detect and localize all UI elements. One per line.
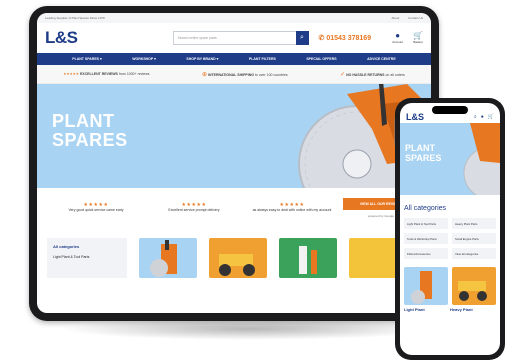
reviews-strip: ★★★★★ Very good quick service came early … <box>37 188 431 228</box>
phone-device: L&S ⌕ ● 🛒 PLANT SPARES All categories Li… <box>395 98 505 360</box>
star-rating-icon: ★★★★★ <box>63 72 79 76</box>
basket-icon: 🛒 <box>413 31 423 40</box>
main-nav: PLANT SPARES ▾ WORKSHOP ▾ SHOP BY BRAND … <box>37 53 431 65</box>
mobile-categories-heading: All categories <box>404 205 447 212</box>
review-card: ★★★★★ Very good quick service came early <box>68 202 124 213</box>
dumper-product-image <box>219 254 255 276</box>
tablet-device: Leading Supplier of Plant Spares Since 1… <box>29 6 439 321</box>
trust-returns: ✓ NO HASSLE RETURNS on all orders <box>340 71 405 78</box>
nav-plant-filters[interactable]: PLANT FILTERS <box>249 57 276 61</box>
top-bar-tagline: Leading Supplier of Plant Spares Since 1… <box>45 16 105 20</box>
mobile-hero-title: PLANT SPARES <box>405 143 442 163</box>
phone-screen: L&S ⌕ ● 🛒 PLANT SPARES All categories Li… <box>400 103 500 355</box>
basket-button[interactable]: 🛒 Basket <box>413 31 423 45</box>
saw-product-image <box>150 240 177 277</box>
mobile-category-item[interactable]: Tools & Workshop Parts <box>404 233 448 244</box>
site-header: L&S Search entire spare parts ⌕ ✆ 01543 … <box>37 23 431 53</box>
mobile-product-heavy-plant[interactable] <box>452 267 496 305</box>
mobile-products <box>400 259 500 305</box>
search-input[interactable]: Search entire spare parts <box>172 31 296 45</box>
category-item[interactable]: Light Plant & Tool Parts <box>53 255 121 259</box>
mobile-basket-icon[interactable]: 🛒 <box>488 114 494 120</box>
mobile-category-item[interactable]: Small Engine Parts <box>452 233 496 244</box>
light-plant-image <box>411 271 432 304</box>
product-tile-tools[interactable] <box>279 238 337 278</box>
product-label: Heavy Plant <box>450 307 473 312</box>
contact-link[interactable]: Contact Us <box>408 16 423 20</box>
nav-special-offers[interactable]: SPECIAL OFFERS <box>306 57 336 61</box>
search-button[interactable]: ⌕ <box>295 31 309 45</box>
mobile-category-item[interactable]: Heavy Plant Parts <box>452 218 496 229</box>
trust-reviews: ★★★★★ EXCELLENT REVIEWS from 1000+ revie… <box>63 72 150 76</box>
nav-advice-centre[interactable]: ADVICE CENTRE <box>367 57 396 61</box>
nav-plant-spares[interactable]: PLANT SPARES ▾ <box>72 57 102 61</box>
mobile-hero-banner[interactable]: PLANT SPARES <box>400 123 500 195</box>
hero-title: PLANT SPARES <box>52 111 128 150</box>
check-icon: ✓ <box>340 71 346 78</box>
categories-panel: All categories Light Plant & Tool Parts <box>47 238 127 278</box>
nav-shop-by-brand[interactable]: SHOP BY BRAND ▾ <box>186 57 218 61</box>
tablet-screen: Leading Supplier of Plant Spares Since 1… <box>37 13 431 313</box>
mobile-account-icon[interactable]: ● <box>481 114 484 120</box>
mobile-logo[interactable]: L&S <box>406 112 424 122</box>
phone-number[interactable]: ✆ 01543 378169 <box>319 34 372 42</box>
categories-heading: All categories <box>53 244 80 249</box>
phone-notch <box>432 106 468 114</box>
search-icon: ⌕ <box>300 34 304 41</box>
mobile-category-item[interactable]: View all categories <box>452 248 496 259</box>
product-tile-saw[interactable] <box>139 238 197 278</box>
nav-workshop[interactable]: WORKSHOP ▾ <box>132 57 156 61</box>
mobile-category-item[interactable]: Light Plant & Tool Parts <box>404 218 448 229</box>
category-section: All categories Light Plant & Tool Parts <box>37 228 431 278</box>
product-label: Light Plant <box>404 307 425 312</box>
account-button[interactable]: ● Account <box>392 31 404 45</box>
about-link[interactable]: About <box>391 16 399 20</box>
mobile-categories: All categories Light Plant & Tool Parts … <box>400 195 500 259</box>
mobile-product-light-plant[interactable] <box>404 267 448 305</box>
mobile-search-icon[interactable]: ⌕ <box>474 114 477 120</box>
tools-product-image <box>299 246 317 274</box>
hero-banner[interactable]: PLANT SPARES <box>37 84 431 188</box>
mobile-product-labels: Light Plant Heavy Plant <box>400 305 500 314</box>
mobile-category-item[interactable]: Filters/Accessories <box>404 248 448 259</box>
top-bar: Leading Supplier of Plant Spares Since 1… <box>37 13 431 23</box>
trust-shipping: ⊕ INTERNATIONAL SHIPPING to over 100 cou… <box>201 71 288 78</box>
account-icon: ● <box>395 31 401 40</box>
mobile-saw-image <box>463 123 500 195</box>
globe-icon: ⊕ <box>201 71 208 78</box>
phone-number-text: 01543 378169 <box>326 35 372 42</box>
device-shadow <box>60 318 440 340</box>
review-card: ★★★★★ Excellent service prompt delivery <box>168 202 220 213</box>
heavy-plant-image <box>458 281 487 301</box>
basket-label: Basket <box>413 40 423 44</box>
review-card: ★★★★★ as always easy to deal with online … <box>252 202 332 213</box>
product-tile-dumper[interactable] <box>209 238 267 278</box>
site-logo[interactable]: L&S <box>45 28 78 48</box>
trust-bar: ★★★★★ EXCELLENT REVIEWS from 1000+ revie… <box>37 65 431 84</box>
account-label: Account <box>392 40 404 44</box>
